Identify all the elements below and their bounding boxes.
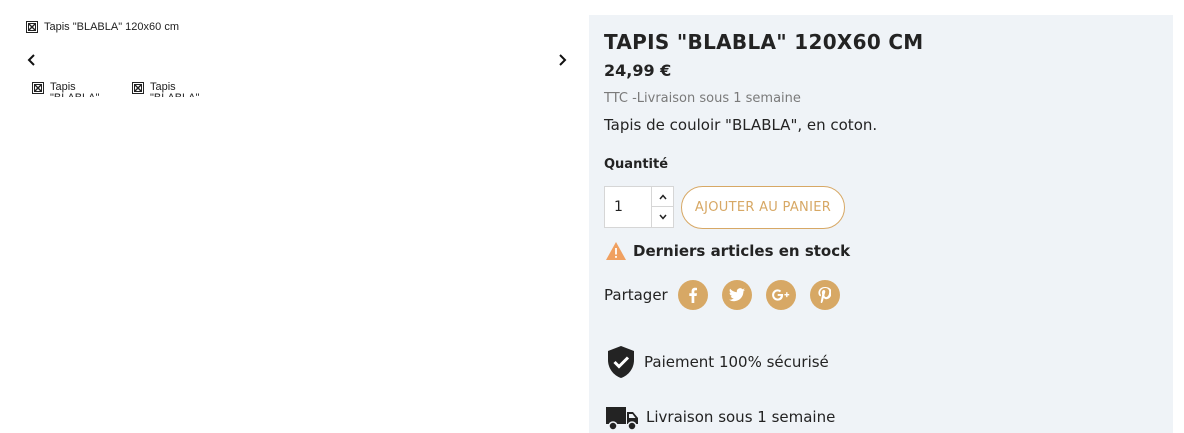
quantity-buttons bbox=[651, 187, 674, 227]
chevron-down-icon bbox=[659, 214, 667, 220]
social-share: Partager bbox=[604, 280, 854, 310]
reassurance-text: Paiement 100% sécurisé bbox=[644, 353, 829, 371]
broken-image-icon bbox=[32, 82, 44, 94]
thumbnail-2[interactable]: Tapis "BLABLA" bbox=[132, 82, 202, 97]
truck-icon bbox=[606, 407, 638, 431]
product-description: Tapis de couloir "BLABLA", en coton. bbox=[604, 116, 878, 134]
thumbnail-1[interactable]: Tapis "BLABLA" bbox=[32, 82, 102, 97]
reassurance-item-payment: Paiement 100% sécurisé bbox=[606, 345, 829, 379]
facebook-share-button[interactable] bbox=[677, 280, 708, 310]
thumbnail-alt-text: Tapis "BLABLA" bbox=[150, 82, 199, 97]
google-plus-icon bbox=[771, 289, 789, 301]
broken-image-icon bbox=[132, 82, 144, 94]
previous-image-arrow-icon[interactable] bbox=[24, 52, 40, 68]
share-label: Partager bbox=[604, 286, 668, 304]
product-info-panel: TAPIS "BLABLA" 120X60 CM 24,99 € TTC -Li… bbox=[589, 15, 1173, 433]
reassurance-item-delivery: Livraison sous 1 semaine bbox=[606, 403, 835, 431]
pinterest-share-button[interactable] bbox=[809, 280, 840, 310]
chevron-up-icon bbox=[659, 193, 667, 199]
quantity-decrease-button[interactable] bbox=[652, 207, 674, 227]
next-image-arrow-icon[interactable] bbox=[554, 52, 570, 68]
warning-icon bbox=[606, 242, 626, 260]
stock-warning: Derniers articles en stock bbox=[605, 241, 850, 261]
main-product-image[interactable]: Tapis "BLABLA" 120x60 cm bbox=[26, 21, 179, 33]
tax-delivery-info: TTC -Livraison sous 1 semaine bbox=[604, 91, 801, 106]
product-price: 24,99 € bbox=[604, 61, 672, 80]
quantity-input[interactable] bbox=[605, 187, 651, 227]
twitter-share-button[interactable] bbox=[721, 280, 752, 310]
stock-warning-text: Derniers articles en stock bbox=[633, 242, 851, 260]
product-title: TAPIS "BLABLA" 120X60 CM bbox=[604, 30, 924, 54]
quantity-increase-button[interactable] bbox=[652, 187, 674, 207]
reassurance-text: Livraison sous 1 semaine bbox=[646, 408, 836, 426]
google-plus-share-button[interactable] bbox=[765, 280, 796, 310]
facebook-icon bbox=[689, 287, 697, 303]
pinterest-icon bbox=[818, 287, 832, 303]
shield-check-icon bbox=[608, 346, 634, 378]
product-gallery: Tapis "BLABLA" 120x60 cm Tapis "BLABLA" … bbox=[0, 0, 588, 433]
thumbnail-alt-text: Tapis "BLABLA" bbox=[50, 82, 99, 97]
quantity-stepper bbox=[604, 186, 674, 228]
twitter-icon bbox=[728, 288, 745, 302]
add-to-cart-button[interactable]: AJOUTER AU PANIER bbox=[681, 186, 845, 229]
broken-image-icon bbox=[26, 21, 38, 33]
quantity-label: Quantité bbox=[604, 157, 669, 172]
main-image-alt-text: Tapis "BLABLA" 120x60 cm bbox=[44, 21, 179, 33]
